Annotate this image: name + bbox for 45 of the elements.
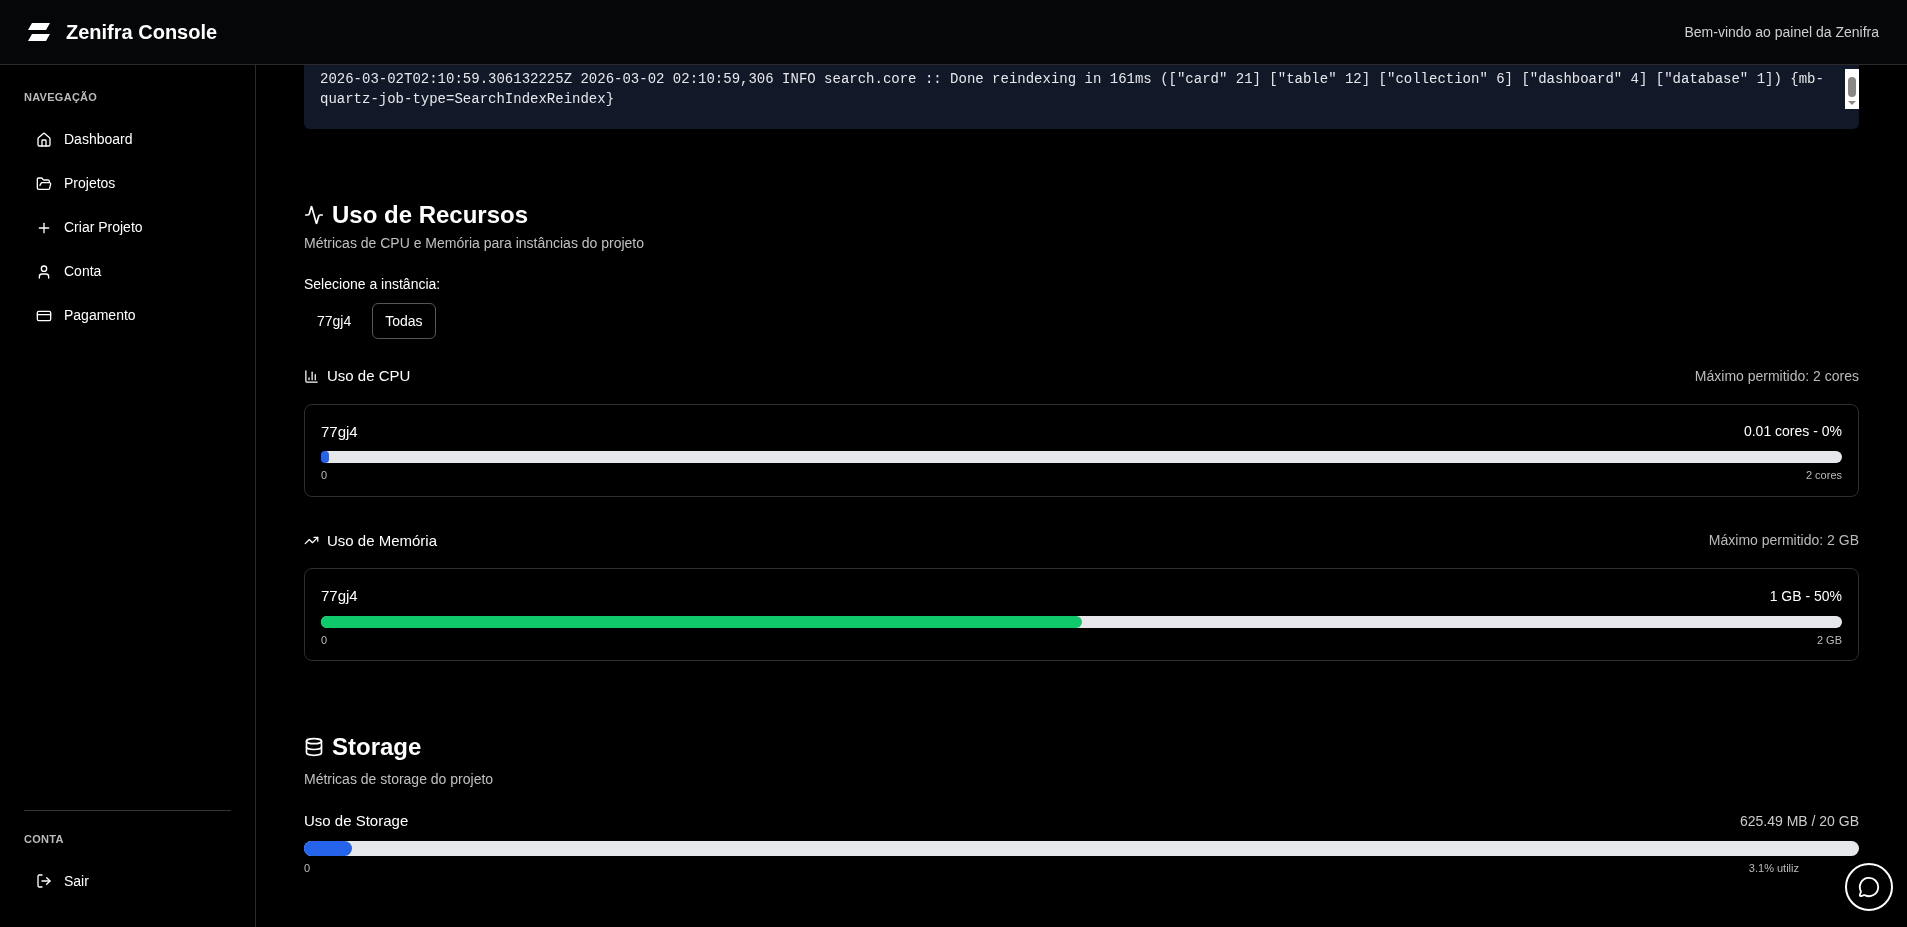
chat-icon [1858, 876, 1880, 898]
instance-label: Selecione a instância: [304, 275, 442, 294]
metric-title: Uso de Memória [327, 530, 438, 551]
metric-reading: 0.01 cores - 0% [1743, 422, 1842, 442]
section-heading: CONTA [24, 831, 65, 847]
storage-label: Uso de Storage [304, 811, 409, 831]
sidebar-item[interactable]: Sair [24, 859, 231, 903]
storage-reading: 625.49 MB / 20 GB [1739, 811, 1859, 831]
scale-min: 0 [321, 632, 328, 648]
welcome-text: Bem-vindo ao painel da Zenifra [1684, 22, 1879, 42]
metric-reading: 1 GB - 50% [1769, 586, 1842, 606]
scale-min: 0 [321, 468, 328, 483]
metric-title: Uso de CPU [327, 366, 411, 386]
log-line: 2026-03-02T02:10:59.306132225Z 2026-03-02 02:10:59,306 INFO search.core :: Done reindexing in 161ms (["card" 21] ["table" 12] ["collection" 6] ["dashboard" 4] ["database" 1]) {mb-quartz-job-type=SearchIndexReindex} [320, 70, 1825, 109]
sidebar-item[interactable]: Dashboard [24, 117, 231, 162]
section-title: Uso de Recursos [332, 200, 529, 230]
scale-max: 3.1% utiliz [1748, 860, 1799, 876]
app-title: Zenifra Console [66, 20, 218, 45]
logo-icon [28, 23, 50, 41]
scale-max: 2 cores [1805, 468, 1842, 483]
instance-name: 77gj4 [321, 421, 358, 442]
section-title: Storage [332, 732, 422, 762]
section-heading: NAVEGAÇÃO [24, 90, 99, 105]
database-icon [304, 737, 324, 757]
logout-icon [36, 873, 52, 889]
folder-icon [36, 175, 52, 192]
scale-max: 2 GB [1816, 632, 1842, 648]
section-subtitle: Métricas de CPU e Memória para instâncias do projeto [304, 234, 646, 253]
chat-button[interactable] [1845, 863, 1893, 911]
metric-limit: Máximo permitido: 2 GB [1708, 531, 1859, 551]
sidebar-item[interactable]: Projetos [24, 161, 231, 206]
scale-min: 0 [304, 860, 311, 876]
home-icon [36, 131, 52, 148]
instance-name: 77gj4 [321, 586, 358, 606]
scrollbar[interactable] [1845, 69, 1859, 109]
section-subtitle: Métricas de storage do projeto [304, 770, 495, 789]
sidebar-item[interactable]: Criar Projeto [24, 205, 231, 250]
bar-chart-icon [304, 368, 319, 384]
metric-limit: Máximo permitido: 2 cores [1694, 366, 1859, 386]
instance-button[interactable]: Todas [372, 303, 436, 339]
sidebar-item[interactable]: Conta [24, 249, 231, 294]
sidebar-item[interactable]: Pagamento [24, 293, 231, 338]
activity-icon [304, 205, 324, 225]
instance-button[interactable]: 77gj4 [304, 303, 365, 339]
user-icon [36, 263, 52, 280]
